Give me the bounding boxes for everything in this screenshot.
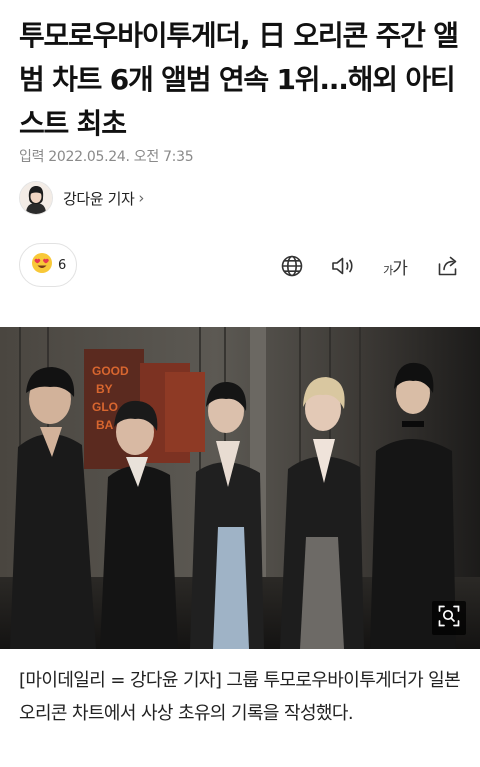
poster-text-4: BA xyxy=(96,418,114,432)
article-headline: 투모로우바이투게더, 日 오리콘 주간 앨범 차트 6개 앨범 연속 1위...… xyxy=(19,19,459,140)
font-size-icon: 가가 xyxy=(383,254,408,279)
zoom-photo-button[interactable] xyxy=(432,601,466,635)
share-icon xyxy=(436,254,460,278)
reporter-avatar xyxy=(19,181,53,215)
font-size-button[interactable]: 가가 xyxy=(380,252,410,280)
chevron-right-icon: › xyxy=(138,189,145,207)
speaker-icon xyxy=(330,254,356,278)
font-size-small-glyph: 가 xyxy=(383,263,393,277)
poster-text-1: GOOD xyxy=(92,364,129,378)
font-size-large-glyph: 가 xyxy=(392,258,408,279)
zoom-search-icon xyxy=(437,604,461,632)
globe-icon xyxy=(280,254,304,278)
poster-text-2: BY xyxy=(96,382,113,396)
reaction-count: 6 xyxy=(58,257,67,273)
article-body-paragraph: [마이데일리 = 강다윤 기자] 그룹 투모로우바이투게더가 일본 오리콘 차트… xyxy=(19,670,461,724)
reporter-name: 강다윤 기자 xyxy=(63,189,135,208)
article-photo[interactable]: GOOD BY GLO BA xyxy=(0,327,480,649)
audio-button[interactable] xyxy=(329,252,357,280)
heart-eyes-emoji-icon xyxy=(31,252,53,278)
poster-text-3: GLO xyxy=(92,400,118,414)
reaction-button[interactable]: 6 xyxy=(19,243,77,287)
translate-button[interactable] xyxy=(279,252,305,280)
published-date: 입력 2022.05.24. 오전 7:35 xyxy=(19,149,194,165)
share-button[interactable] xyxy=(435,252,461,280)
reporter-link[interactable]: 강다윤 기자 › xyxy=(19,181,144,215)
